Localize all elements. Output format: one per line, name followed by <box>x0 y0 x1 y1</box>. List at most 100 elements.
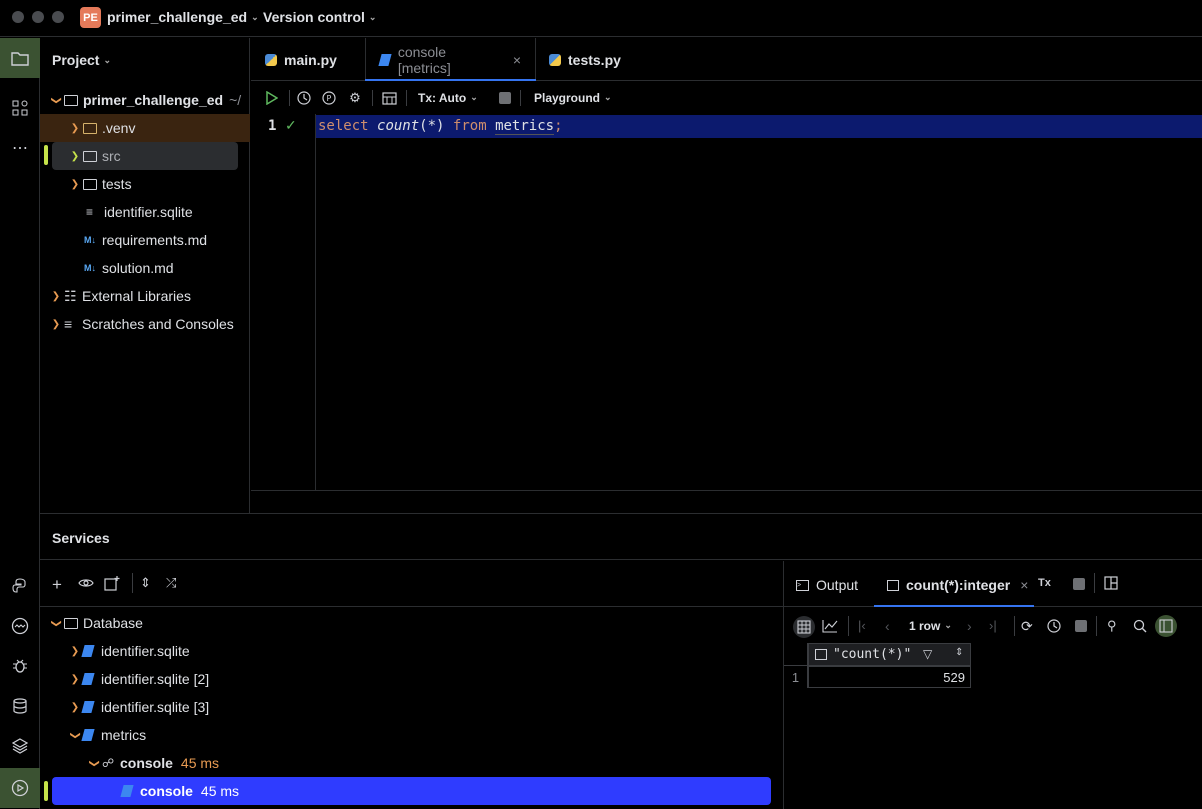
folder-icon[interactable] <box>8 46 32 70</box>
table-row[interactable]: 529 <box>808 666 971 688</box>
refresh-icon[interactable]: ⟳ <box>1021 618 1033 635</box>
prev-page-icon[interactable]: ‹ <box>885 618 890 634</box>
grid-icon <box>797 620 811 637</box>
title-bar: PE primer_challenge_ed ⌄ Version control ⌄ <box>0 0 1202 37</box>
tree-item-src[interactable]: ❯ src <box>52 142 238 170</box>
tree-item-identifier-sqlite-2[interactable]: ❯ identifier.sqlite [2] <box>40 665 783 693</box>
folder-icon <box>64 617 78 629</box>
row-number: 1 <box>784 666 808 688</box>
tree-item-identifier-sqlite[interactable]: ❯ identifier.sqlite <box>40 637 783 665</box>
tree-item-console-selected[interactable]: console 45 ms <box>52 777 771 805</box>
column-header[interactable]: "count(*)" ▽ ⇕ <box>808 643 971 666</box>
tree-item-requirements[interactable]: M↓ requirements.md <box>40 226 250 254</box>
services-toolbar: + ⇕ ⤮ <box>40 561 783 607</box>
tab-output[interactable]: > Output <box>796 577 858 593</box>
minimize-window-button[interactable] <box>32 11 44 23</box>
collapse-all-icon[interactable]: ⤮ <box>166 575 176 591</box>
column-icon <box>815 649 827 660</box>
close-icon[interactable]: × <box>513 52 521 68</box>
settings-icon[interactable]: ⚙ <box>347 90 363 106</box>
datasource-icon <box>81 645 95 657</box>
tab-tests-py[interactable]: tests.py <box>535 38 635 81</box>
tree-item-console-group[interactable]: ❯ ☍ console 45 ms <box>40 749 783 777</box>
tree-item-tests[interactable]: ❯ tests <box>40 170 250 198</box>
tree-item-database[interactable]: ❯ Database <box>40 609 783 637</box>
tree-item-scratches[interactable]: ❯ ≡ Scratches and Consoles <box>40 310 250 338</box>
table-icon[interactable] <box>381 90 397 106</box>
tx-icon[interactable]: Tx <box>1038 577 1051 589</box>
stop-icon[interactable] <box>499 92 511 104</box>
more-tools-icon[interactable]: ⋯ <box>8 136 32 160</box>
new-group-icon[interactable] <box>104 575 120 594</box>
editor-horizontal-scrollbar[interactable] <box>251 490 1202 513</box>
chevron-down-icon: ⌄ <box>944 620 952 630</box>
run-icon[interactable] <box>263 90 279 106</box>
last-page-icon[interactable]: ›| <box>989 618 997 633</box>
project-badge[interactable]: PE <box>80 7 101 28</box>
stop-icon[interactable] <box>1075 620 1087 632</box>
layers-icon[interactable] <box>8 734 32 758</box>
version-control-menu[interactable]: Version control ⌄ <box>263 9 376 25</box>
tab-console-metrics[interactable]: console [metrics] × <box>365 38 536 81</box>
tree-item-external-libraries[interactable]: ❯ ☷ External Libraries <box>40 282 250 310</box>
sort-icon[interactable]: ⇕ <box>955 647 963 658</box>
close-window-button[interactable] <box>12 11 24 23</box>
session-icon: ☍ <box>102 756 115 770</box>
project-panel-header[interactable]: Project ⌄ <box>52 52 111 68</box>
datasource-icon <box>81 673 95 685</box>
python-file-icon <box>549 53 561 66</box>
page-size-dropdown[interactable]: 1 row ⌄ <box>909 619 952 633</box>
chevron-down-icon: ⌄ <box>470 92 478 102</box>
filter-icon[interactable]: ▽ <box>923 647 932 661</box>
layout-icon[interactable] <box>1104 576 1118 593</box>
code-line[interactable]: select count(*) from metrics; <box>318 118 563 135</box>
chevron-down-icon: ❯ <box>88 758 100 768</box>
tree-root[interactable]: ❯ primer_challenge_ed ~/ <box>40 86 250 114</box>
eye-icon[interactable] <box>78 576 94 593</box>
tree-item-solution[interactable]: M↓ solution.md <box>40 254 250 282</box>
grid-corner <box>784 643 808 666</box>
tab-main-py[interactable]: main.py <box>251 38 365 81</box>
tree-item-venv[interactable]: ❯ .venv <box>40 114 250 142</box>
pin-icon[interactable]: ⚲ <box>1107 618 1117 634</box>
services-title: Services <box>52 530 110 546</box>
test-folder-icon <box>83 178 97 190</box>
next-page-icon[interactable]: › <box>967 618 972 634</box>
add-icon[interactable]: + <box>52 575 62 595</box>
close-icon[interactable]: × <box>1020 577 1028 593</box>
tree-item-metrics[interactable]: ❯ metrics <box>40 721 783 749</box>
chevron-down-icon: ⌄ <box>604 92 612 102</box>
sql-console-icon <box>120 785 134 797</box>
database-icon[interactable] <box>8 694 32 718</box>
history-icon[interactable] <box>296 90 312 106</box>
active-tab-indicator <box>874 605 1034 607</box>
terminal-icon[interactable] <box>8 614 32 638</box>
explain-plan-icon[interactable]: P <box>321 90 337 106</box>
chevron-down-icon: ⌄ <box>251 12 259 22</box>
chevron-right-icon: ❯ <box>70 150 80 162</box>
svg-text:P: P <box>327 94 332 103</box>
python-console-icon[interactable] <box>8 574 32 598</box>
chart-icon[interactable] <box>822 619 838 636</box>
search-icon[interactable] <box>1133 619 1147 636</box>
chevron-down-icon: ⌄ <box>368 12 377 22</box>
expand-all-icon[interactable]: ⇕ <box>140 575 151 591</box>
chevron-right-icon: ❯ <box>70 178 80 190</box>
debug-icon[interactable] <box>8 654 32 678</box>
line-number: 1 <box>268 118 277 134</box>
history-icon[interactable] <box>1047 619 1061 636</box>
cell-value[interactable]: 529 <box>943 670 965 685</box>
tree-item-identifier-sqlite[interactable]: ≡ identifier.sqlite <box>40 198 250 226</box>
services-icon[interactable] <box>8 776 32 800</box>
zoom-window-button[interactable] <box>52 11 64 23</box>
project-switcher[interactable]: primer_challenge_ed ⌄ <box>107 9 259 25</box>
tab-result-count[interactable]: count(*):integer × <box>887 577 1028 593</box>
tree-item-identifier-sqlite-3[interactable]: ❯ identifier.sqlite [3] <box>40 693 783 721</box>
folder-icon <box>64 94 78 106</box>
playground-dropdown[interactable]: Playground ⌄ <box>534 91 612 105</box>
editor-tabs: main.py console [metrics] × tests.py <box>251 38 1202 81</box>
structure-icon[interactable] <box>8 96 32 120</box>
first-page-icon[interactable]: |‹ <box>858 618 866 633</box>
tx-mode-dropdown[interactable]: Tx: Auto ⌄ <box>418 91 478 105</box>
stop-icon[interactable] <box>1073 578 1085 590</box>
